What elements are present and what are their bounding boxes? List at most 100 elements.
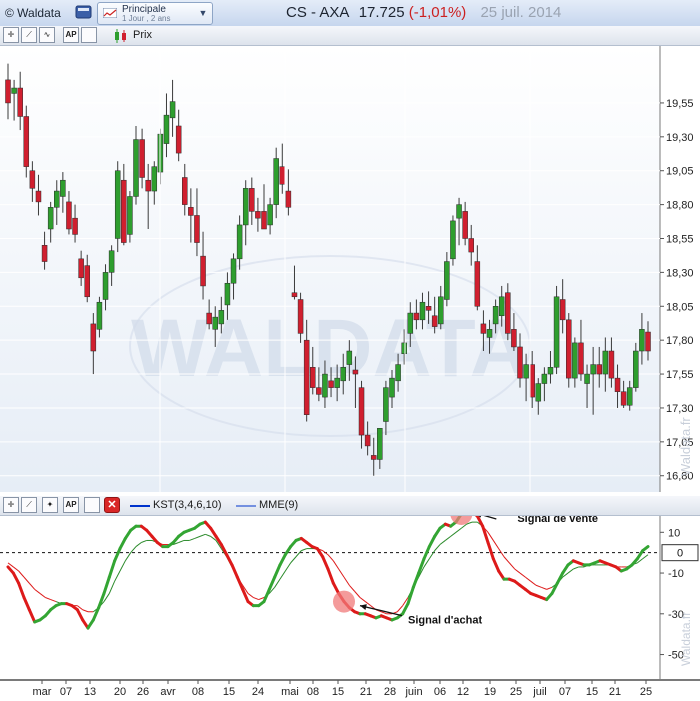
price-tick-label: 18,80 bbox=[666, 200, 694, 212]
ap-icon[interactable]: AP bbox=[63, 27, 79, 43]
blank-icon[interactable] bbox=[84, 497, 100, 513]
candle-up bbox=[541, 373, 548, 384]
date-tick-label: 08 bbox=[307, 686, 319, 698]
candle-up bbox=[54, 190, 60, 208]
candle-up bbox=[273, 158, 279, 205]
candle-up bbox=[60, 179, 66, 197]
candle-up bbox=[401, 342, 407, 354]
candle-down bbox=[206, 312, 212, 325]
last-value-label: 0 bbox=[677, 548, 683, 560]
instrument-name: CS - AXA bbox=[286, 4, 349, 21]
candle-down bbox=[66, 201, 72, 230]
date-tick-label: 08 bbox=[192, 686, 204, 698]
date-tick-label: 07 bbox=[559, 686, 571, 698]
date-axis: mar 07 13 20 26 avr 08 15 24 mai 08 15 21 28 juin 06 12 1… bbox=[0, 679, 700, 701]
candle-down bbox=[517, 346, 523, 379]
candle-up bbox=[11, 87, 17, 94]
candle-down bbox=[17, 87, 23, 117]
date-tick-label: 12 bbox=[457, 686, 469, 698]
blank-icon[interactable] bbox=[81, 27, 97, 43]
candle-down bbox=[139, 139, 145, 178]
date-tick-label: 28 bbox=[384, 686, 396, 698]
candle-down bbox=[364, 434, 371, 447]
kst-legend-label: KST(3,4,6,10) bbox=[153, 499, 222, 511]
candle-up bbox=[584, 373, 590, 384]
candle-down bbox=[608, 350, 615, 379]
candle-down bbox=[175, 125, 182, 154]
plot-background bbox=[0, 46, 660, 492]
ap-icon[interactable]: AP bbox=[63, 497, 79, 513]
page-title: CS - AXA 17.725 (-1,01%) 25 juil. 2014 bbox=[286, 4, 561, 21]
candle-up bbox=[377, 428, 383, 460]
candle-down bbox=[121, 179, 127, 243]
crosshair-icon[interactable]: ✛ bbox=[3, 497, 19, 513]
line-tool-icon[interactable]: ⟋ bbox=[21, 27, 37, 43]
candle-up bbox=[389, 377, 395, 398]
buy-signal-marker bbox=[333, 590, 355, 613]
candle-down bbox=[249, 188, 255, 212]
candle-up bbox=[340, 367, 346, 382]
candle-down bbox=[578, 342, 584, 375]
candle-down bbox=[90, 323, 97, 352]
indicator-toolbar: ✛ ⟋ ✦ AP ✕ KST(3,4,6,10) MME(9) bbox=[0, 496, 700, 516]
candle-down bbox=[200, 255, 206, 287]
candle-up bbox=[96, 301, 103, 330]
chart-layout-icon bbox=[103, 8, 117, 18]
date-tick-label: 07 bbox=[60, 686, 72, 698]
candle-down bbox=[285, 190, 292, 208]
candle-up bbox=[127, 196, 133, 235]
candle-up bbox=[626, 387, 633, 406]
candle-up bbox=[419, 301, 426, 321]
candle-down bbox=[620, 391, 627, 406]
candle-down bbox=[474, 261, 481, 307]
candle-up bbox=[395, 364, 401, 382]
last-price: 17.725 bbox=[358, 4, 405, 21]
candle-down bbox=[41, 245, 48, 262]
candle-up bbox=[169, 101, 176, 119]
candle-down bbox=[279, 166, 286, 185]
candle-up bbox=[47, 207, 54, 230]
date-tick-label: 24 bbox=[252, 686, 264, 698]
line-tool-icon[interactable]: ⟋ bbox=[21, 497, 37, 513]
trend-tool-icon[interactable]: ∿ bbox=[39, 27, 55, 43]
close-red-icon[interactable]: ✕ bbox=[104, 497, 120, 513]
title-bar: © Waldata Principale 1 Jour , 2 ans ▼ CS… bbox=[0, 0, 700, 27]
crosshair-icon[interactable]: ✛ bbox=[3, 27, 19, 43]
candle-down bbox=[645, 331, 651, 352]
date-tick-label: mai bbox=[281, 686, 299, 698]
date-tick-label: avr bbox=[160, 686, 176, 698]
date-tick-label: 15 bbox=[223, 686, 235, 698]
sell-signal-label: Signal de vente bbox=[517, 516, 598, 525]
candle-up bbox=[224, 282, 231, 306]
candle-down bbox=[84, 265, 90, 298]
candle-up bbox=[407, 312, 414, 334]
candle-down bbox=[511, 329, 517, 348]
portfolio-book-icon[interactable] bbox=[74, 3, 94, 21]
candle-down bbox=[370, 455, 377, 460]
candle-up bbox=[602, 350, 609, 375]
candle-down bbox=[5, 79, 11, 104]
date-tick-label: 21 bbox=[360, 686, 372, 698]
date-tick-label: 25 bbox=[510, 686, 522, 698]
candle-up bbox=[230, 258, 237, 284]
side-watermark-text: Waldata.fr bbox=[678, 417, 693, 476]
buy-signal-label: Signal d'achat bbox=[408, 615, 482, 627]
candle-legend-icon bbox=[115, 29, 126, 43]
candle-down bbox=[303, 339, 310, 415]
candle-down bbox=[23, 116, 30, 167]
candle-up bbox=[267, 204, 273, 226]
candle-up bbox=[151, 166, 158, 192]
indicator-tick-label: 10 bbox=[668, 527, 680, 539]
view-selector-dropdown[interactable]: Principale 1 Jour , 2 ans ▼ bbox=[97, 2, 213, 25]
date-tick-label: 13 bbox=[84, 686, 96, 698]
date-tick-label: 15 bbox=[332, 686, 344, 698]
date-tick-label: 06 bbox=[434, 686, 446, 698]
candle-down bbox=[194, 215, 200, 243]
price-tick-label: 17,55 bbox=[666, 369, 694, 381]
candle-up bbox=[523, 364, 529, 379]
price-chart: WALDATA 19,55 19,30 19,05 18,80 18,55 18,30 18,… bbox=[0, 46, 700, 492]
brand-label: © Waldata bbox=[5, 6, 61, 20]
price-toolbar: ✛ ⟋ ∿ AP Prix bbox=[0, 26, 700, 46]
magic-icon[interactable]: ✦ bbox=[42, 497, 58, 513]
candle-up bbox=[114, 170, 121, 239]
